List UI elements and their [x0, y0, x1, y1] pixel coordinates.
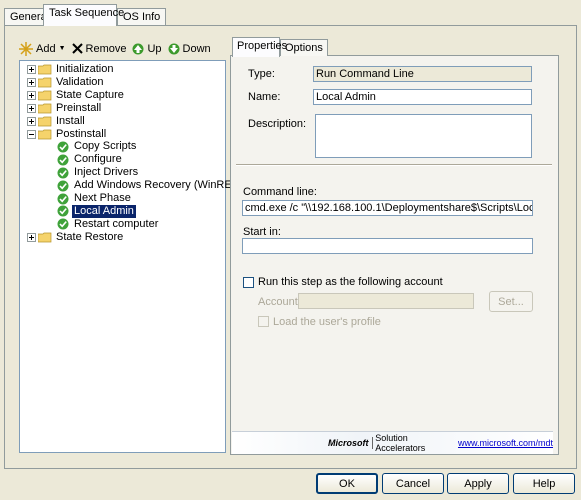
- down-label: Down: [182, 42, 211, 55]
- add-label: Add: [36, 42, 56, 55]
- tree-step-item[interactable]: Local Admin: [57, 204, 136, 218]
- tree-group-item[interactable]: Validation: [27, 76, 106, 89]
- add-sparkle-icon: [19, 41, 33, 56]
- load-profile-checkbox[interactable]: [258, 316, 269, 327]
- command-line-field[interactable]: cmd.exe /c "\\192.168.100.1\Deploymentsh…: [242, 200, 533, 216]
- tree-group-item[interactable]: State Capture: [27, 89, 126, 102]
- solution-accelerators-banner: Microsoft Solution Accelerators www.micr…: [232, 431, 553, 454]
- ok-button[interactable]: OK: [316, 473, 378, 494]
- folder-icon: [37, 129, 52, 140]
- microsoft-logo: Microsoft: [328, 438, 369, 448]
- expand-plus-icon[interactable]: [27, 65, 36, 74]
- green-check-icon: [57, 154, 69, 166]
- apply-button[interactable]: Apply: [447, 473, 509, 494]
- tree-item-label: Add Windows Recovery (WinRE): [74, 179, 236, 192]
- expand-plus-icon[interactable]: [27, 232, 36, 242]
- account-label: Account:: [258, 296, 301, 308]
- tree-group-item[interactable]: Install: [27, 115, 87, 128]
- task-sequence-tree[interactable]: Initialization Validation State Capture Pre…: [19, 60, 235, 453]
- up-label: Up: [147, 42, 162, 55]
- help-button[interactable]: Help: [513, 473, 575, 494]
- green-check-icon: [57, 167, 69, 179]
- folder-icon: [37, 103, 52, 114]
- cancel-button[interactable]: Cancel: [382, 473, 444, 494]
- set-button[interactable]: Set...: [489, 291, 533, 312]
- run-as-checkbox[interactable]: [243, 277, 254, 288]
- task-sequence-toolbar: Add ▼ Remove Up Down: [19, 39, 223, 58]
- run-as-label: Run this step as the following account: [258, 276, 443, 288]
- tree-group-item[interactable]: State Restore: [27, 231, 125, 244]
- tree-item-label: Next Phase: [74, 192, 131, 204]
- tab-task-sequence[interactable]: Task Sequence: [43, 4, 124, 26]
- tree-item-label: Install: [56, 114, 85, 127]
- tree-step-item[interactable]: Add Windows Recovery (WinRE): [57, 179, 237, 192]
- remove-x-icon: [71, 43, 83, 54]
- tree-group-item[interactable]: Preinstall: [27, 102, 103, 115]
- tree-item-label: Validation: [56, 75, 104, 88]
- green-check-icon: [57, 180, 69, 192]
- tree-item-label: State Capture: [56, 88, 124, 101]
- command-line-label: Command line:: [243, 186, 317, 198]
- tree-item-label: Restart computer: [74, 217, 159, 230]
- description-field[interactable]: [315, 114, 532, 158]
- folder-icon: [37, 90, 52, 101]
- tree-item-label: Inject Drivers: [74, 166, 139, 179]
- tab-properties[interactable]: Properties: [232, 37, 287, 57]
- tree-step-item[interactable]: Next Phase: [57, 192, 133, 205]
- tree-step-item[interactable]: Copy Scripts: [57, 140, 138, 153]
- folder-icon: [37, 64, 52, 75]
- folder-icon: [37, 77, 52, 88]
- tree-item-label: State Restore: [56, 230, 124, 243]
- tree-item-label: Local Admin: [72, 204, 136, 218]
- name-field[interactable]: Local Admin: [313, 89, 532, 105]
- tree-item-label: Postinstall: [56, 127, 107, 140]
- green-check-icon: [57, 141, 69, 153]
- type-label: Type:: [248, 68, 275, 80]
- tree-item-label: Copy Scripts: [74, 140, 137, 153]
- expand-plus-icon[interactable]: [27, 116, 36, 126]
- tree-step-item[interactable]: Configure: [57, 153, 124, 166]
- folder-icon: [37, 116, 52, 127]
- separator: [236, 164, 552, 166]
- down-arrow-icon: [168, 43, 180, 54]
- name-label: Name:: [248, 91, 281, 103]
- tree-group-item[interactable]: Postinstall: [27, 128, 108, 141]
- green-check-icon: [57, 205, 69, 217]
- tree-item-label: Preinstall: [56, 101, 102, 114]
- solution-accelerators-text: Solution Accelerators: [375, 433, 426, 453]
- dropdown-arrow-icon: ▼: [58, 45, 66, 52]
- banner-divider: [371, 437, 373, 449]
- type-field: Run Command Line: [313, 66, 532, 82]
- up-arrow-icon: [132, 43, 144, 54]
- tree-step-item[interactable]: Restart computer: [57, 218, 160, 231]
- start-in-label: Start in:: [243, 226, 281, 238]
- tree-group-item[interactable]: Initialization: [27, 63, 115, 76]
- green-check-icon: [57, 193, 69, 205]
- tab-os-info[interactable]: OS Info: [117, 8, 167, 25]
- tree-step-item[interactable]: Inject Drivers: [57, 166, 140, 179]
- folder-icon: [37, 232, 52, 243]
- remove-button[interactable]: Remove: [71, 42, 127, 55]
- remove-label: Remove: [85, 42, 127, 55]
- expand-plus-icon[interactable]: [27, 103, 36, 113]
- collapse-minus-icon[interactable]: [27, 129, 36, 139]
- account-field[interactable]: [298, 293, 474, 309]
- down-button[interactable]: Down: [168, 43, 211, 55]
- expand-plus-icon[interactable]: [27, 77, 36, 87]
- tree-item-label: Configure: [74, 153, 122, 166]
- up-button[interactable]: Up: [132, 42, 162, 55]
- description-label: Description:: [248, 118, 307, 130]
- add-button[interactable]: Add ▼: [19, 41, 66, 56]
- load-profile-label: Load the user's profile: [273, 316, 381, 328]
- expand-plus-icon[interactable]: [27, 90, 36, 100]
- tab-options[interactable]: Options: [280, 39, 328, 56]
- green-check-icon: [57, 218, 69, 230]
- start-in-field[interactable]: [242, 238, 533, 254]
- mdt-link[interactable]: www.microsoft.com/mdt: [458, 438, 553, 448]
- tree-item-label: Initialization: [56, 63, 114, 75]
